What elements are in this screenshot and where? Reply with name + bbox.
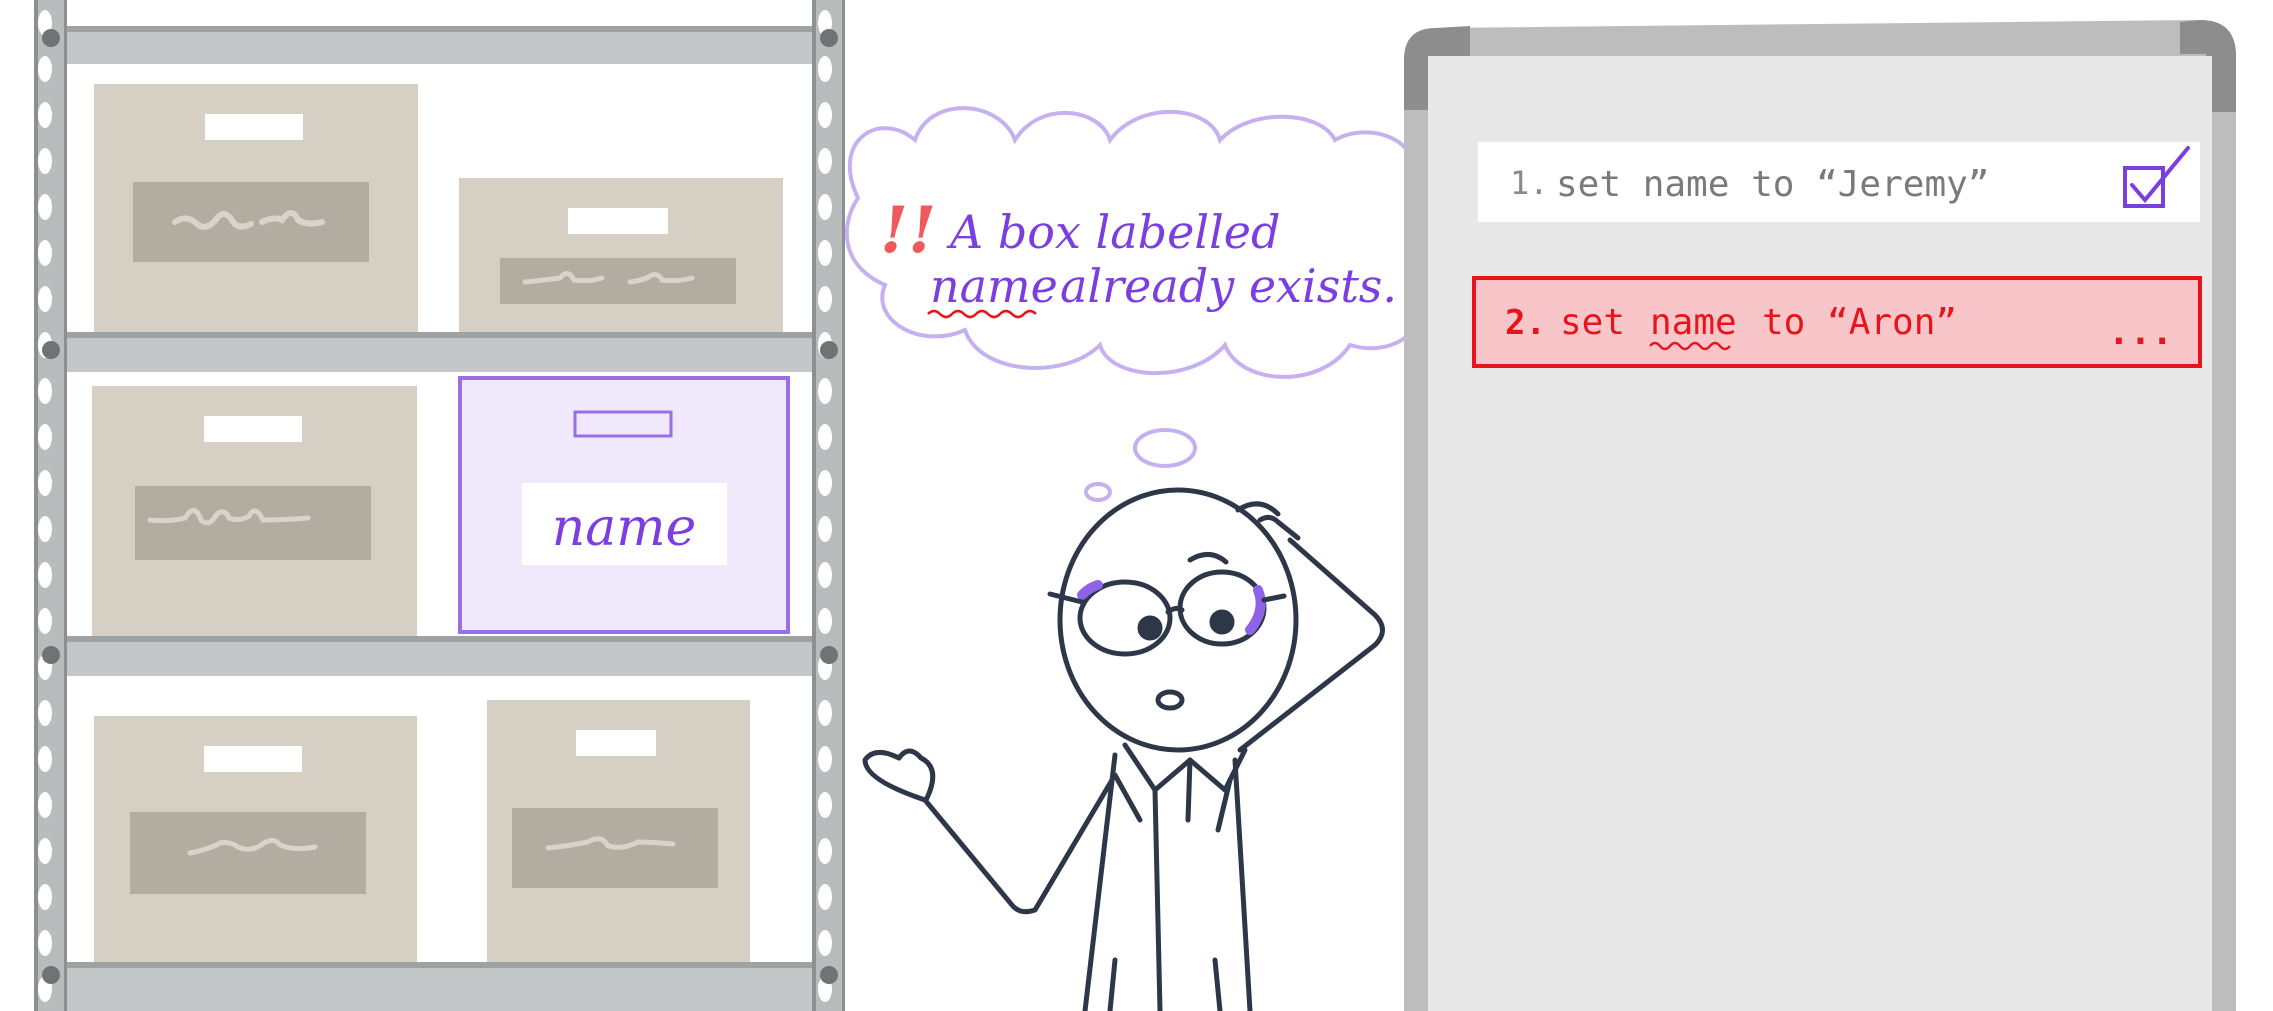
thought-text-keyword: name <box>930 259 1058 313</box>
shelf-upright-left <box>36 0 66 1011</box>
character-hand <box>862 748 936 803</box>
scene-canvas: name !! A box labelled name already exis… <box>34 0 2236 1011</box>
storage-shelf: name <box>34 0 845 1011</box>
thought-text-line1: A box labelled <box>946 205 1280 259</box>
task-2-keyword: name <box>1650 302 1737 343</box>
task-2-number: 2. <box>1505 303 1546 343</box>
task-1-number: 1. <box>1510 164 1549 202</box>
thought-text-rest: already exists. <box>1060 259 1397 313</box>
task-2-pending-mark: ... <box>2108 312 2173 353</box>
scientist-character <box>862 487 1385 1011</box>
shelf-board-bottom <box>40 962 840 1011</box>
storage-box <box>459 178 783 332</box>
storage-box <box>94 84 418 332</box>
storage-box-name[interactable]: name <box>458 376 790 634</box>
shelf-upright-right <box>814 0 844 1011</box>
storage-box <box>487 700 750 962</box>
whiteboard: 1. set name to “Jeremy” 2. set name to “… <box>1404 20 2236 1011</box>
task-2-text-before: set <box>1560 302 1625 343</box>
task-2-row[interactable]: 2. set name to “Aron” ... <box>1472 276 2202 368</box>
thought-bubble: !! A box labelled name already exists. <box>844 106 1440 502</box>
task-1-row[interactable]: 1. set name to “Jeremy” <box>1478 142 2200 222</box>
task-1-text: set name to “Jeremy” <box>1556 164 1989 205</box>
storage-box <box>92 386 417 636</box>
alert-icon: !! <box>880 193 936 268</box>
storage-box <box>94 716 417 962</box>
task-2-text-after: to “Aron” <box>1762 302 1957 343</box>
box-label-name: name <box>552 498 697 558</box>
